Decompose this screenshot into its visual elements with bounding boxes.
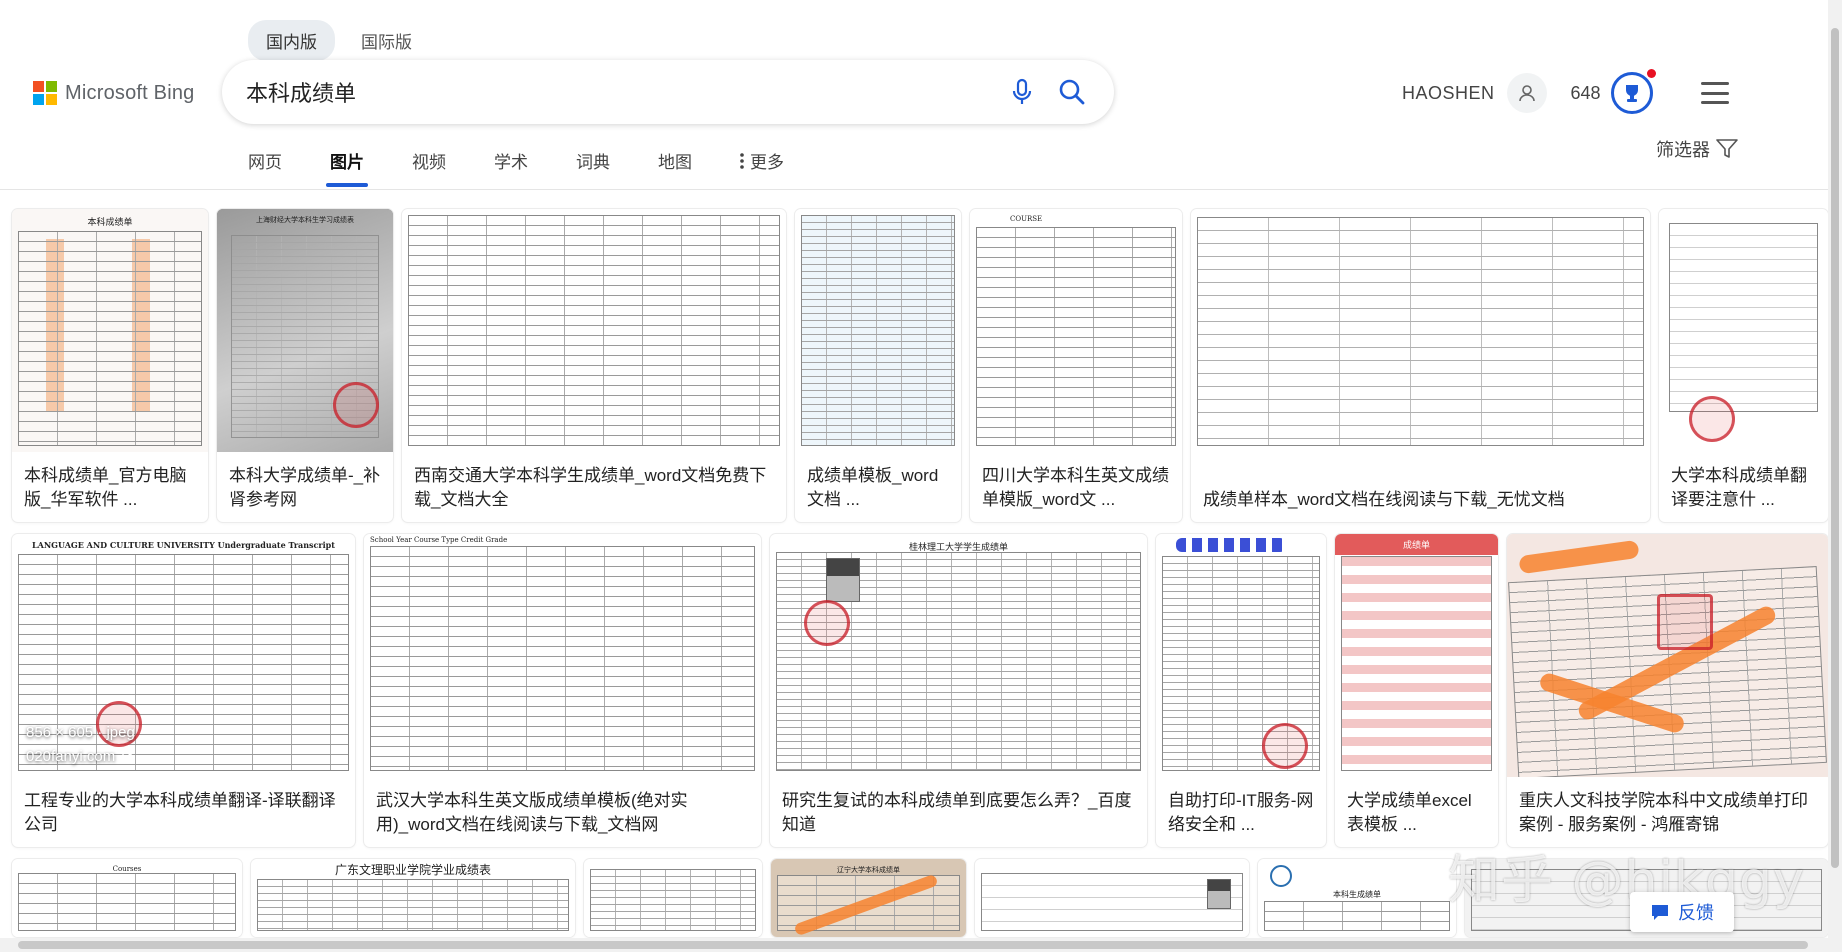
result-caption: 四川大学本科生英文成绩单模版_word文 ... <box>982 466 1169 509</box>
result-caption: 工程专业的大学本科成绩单翻译-译联翻译公司 <box>24 791 336 834</box>
hamburger-menu-icon[interactable] <box>1700 82 1729 104</box>
external-link-icon <box>122 752 132 762</box>
image-result[interactable]: School Year Course Type Credit Grade 武汉大… <box>364 534 761 847</box>
image-size-format: 856 × 605 · jpeg <box>26 724 135 741</box>
image-result[interactable]: LANGUAGE AND CULTURE UNIVERSITY Undergra… <box>12 534 355 847</box>
rewards-trophy-icon[interactable] <box>1610 69 1656 114</box>
vertical-scrollbar-thumb[interactable] <box>1831 28 1839 868</box>
feedback-label: 反馈 <box>1678 903 1714 923</box>
thumb-title: Courses <box>112 865 142 873</box>
nav-academic[interactable]: 学术 <box>494 138 528 187</box>
image-result[interactable]: 成绩单模板_word文档 ... <box>795 209 961 522</box>
image-result[interactable]: COURSE 四川大学本科生英文成绩单模版_word文 ... <box>970 209 1182 522</box>
mic-icon[interactable] <box>1004 74 1040 110</box>
search-icon[interactable] <box>1054 74 1090 110</box>
filter-funnel-icon <box>1716 139 1738 158</box>
result-caption: 本科成绩单_官方电脑版_华军软件 ... <box>24 466 187 509</box>
result-caption: 本科大学成绩单-_补肾参考网 <box>229 466 381 509</box>
thumb-title: 本科成绩单 <box>87 218 133 228</box>
result-caption: 西南交通大学本科学生成绩单_word文档免费下载_文档大全 <box>414 466 767 509</box>
search-input[interactable] <box>246 79 990 105</box>
more-dots-icon <box>740 152 744 169</box>
nav-videos[interactable]: 视频 <box>412 138 446 187</box>
nav-images[interactable]: 图片 <box>326 138 368 187</box>
thumb-title: 辽宁大学本科成绩单 <box>837 866 900 874</box>
image-result[interactable]: 成绩单样本_word文档在线阅读与下载_无忧文档 <box>1191 209 1650 522</box>
nav-more[interactable]: 更多 <box>740 138 784 187</box>
result-caption: 武汉大学本科生英文版成绩单模板(绝对实用)_word文档在线阅读与下载_文档网 <box>376 791 688 834</box>
result-caption: 自助打印-IT服务-网络安全和 ... <box>1168 791 1314 834</box>
brand-name: Microsoft Bing <box>65 81 195 104</box>
image-result[interactable] <box>584 859 762 937</box>
thumb-title: 广东文理职业学院学业成绩表 <box>334 863 491 877</box>
image-result[interactable]: 成绩单 大学成绩单excel表模板 ... <box>1335 534 1498 847</box>
region-tabs: 国内版 国际版 <box>248 20 430 61</box>
thumb-title: 本科生成绩单 <box>1333 890 1381 899</box>
image-result[interactable]: 大学本科成绩单翻译要注意什 ... <box>1659 209 1828 522</box>
image-result[interactable]: 西南交通大学本科学生成绩单_word文档免费下载_文档大全 <box>402 209 786 522</box>
result-caption: 成绩单模板_word文档 ... <box>807 466 939 509</box>
horizontal-scrollbar-thumb[interactable] <box>18 941 1808 949</box>
nav-dictionary[interactable]: 词典 <box>576 138 610 187</box>
feedback-chat-icon <box>1652 905 1668 920</box>
thumb-title: School Year Course Type Credit Grade <box>370 536 508 544</box>
horizontal-scrollbar[interactable] <box>0 938 1828 952</box>
image-meta-overlay: 856 × 605 · jpeg 020fanyi.com <box>26 721 135 769</box>
thumb-title: 成绩单 <box>1335 534 1498 555</box>
result-caption: 研究生复试的本科成绩单到底要怎么弄？_百度知道 <box>782 791 1132 834</box>
thumb-title: LANGUAGE AND CULTURE UNIVERSITY Undergra… <box>32 540 335 550</box>
feedback-button[interactable]: 反馈 <box>1630 892 1734 932</box>
avatar-icon[interactable] <box>1506 73 1547 113</box>
notification-dot <box>1646 69 1656 78</box>
vertical-scrollbar[interactable] <box>1828 0 1842 952</box>
filter-label: 筛选器 <box>1656 140 1710 160</box>
bing-logo[interactable]: Microsoft Bing <box>33 81 195 105</box>
image-result[interactable]: 桂林理工大学学生成绩单 研究生复试的本科成绩单到底要怎么弄？_百度知道 <box>770 534 1147 847</box>
image-source-host[interactable]: 020fanyi.com <box>26 745 115 769</box>
vertical-nav: 网页 图片 视频 学术 词典 地图 更多 <box>248 138 832 187</box>
image-result[interactable]: 自助打印-IT服务-网络安全和 ... <box>1156 534 1326 847</box>
image-result[interactable]: 重庆人文科技学院本科中文成绩单打印案例 - 服务案例 - 鸿雁寄锦 <box>1507 534 1828 847</box>
result-caption: 大学本科成绩单翻译要注意什 ... <box>1671 466 1807 509</box>
image-result[interactable]: 本科生成绩单 <box>1258 859 1456 937</box>
rewards-points[interactable]: 648 <box>1571 83 1601 104</box>
result-caption: 成绩单样本_word文档在线阅读与下载_无忧文档 <box>1203 490 1565 509</box>
search-bar <box>222 60 1114 124</box>
region-tab-domestic[interactable]: 国内版 <box>248 20 335 61</box>
nav-maps[interactable]: 地图 <box>658 138 692 187</box>
bing-images-page: 国内版 国际版 Microsoft Bing HAOSHEN 648 <box>0 0 1842 952</box>
result-caption: 大学成绩单excel表模板 ... <box>1347 791 1472 834</box>
header-divider <box>0 189 1842 190</box>
thumb-title: 上海财经大学本科生学习成绩表 <box>256 216 354 224</box>
image-result[interactable]: 本科成绩单 本科成绩单_官方电脑版_华军软件 ... <box>12 209 208 522</box>
image-result[interactable] <box>975 859 1249 937</box>
nav-more-label: 更多 <box>750 153 784 172</box>
microsoft-logo-icon <box>33 81 57 105</box>
region-tab-international[interactable]: 国际版 <box>343 20 430 61</box>
thumb-title: COURSE <box>1010 215 1043 223</box>
nav-web[interactable]: 网页 <box>248 138 282 187</box>
image-result[interactable]: Courses <box>12 859 242 937</box>
username[interactable]: HAOSHEN <box>1402 83 1495 104</box>
filter-button[interactable]: 筛选器 <box>1656 136 1738 162</box>
image-result[interactable]: 上海财经大学本科生学习成绩表 本科大学成绩单-_补肾参考网 <box>217 209 393 522</box>
user-area: HAOSHEN 648 <box>1402 69 1729 114</box>
result-caption: 重庆人文科技学院本科中文成绩单打印案例 - 服务案例 - 鸿雁寄锦 <box>1519 791 1808 834</box>
image-result[interactable]: 广东文理职业学院学业成绩表 <box>251 859 575 937</box>
image-result[interactable]: 辽宁大学本科成绩单 <box>771 859 966 937</box>
